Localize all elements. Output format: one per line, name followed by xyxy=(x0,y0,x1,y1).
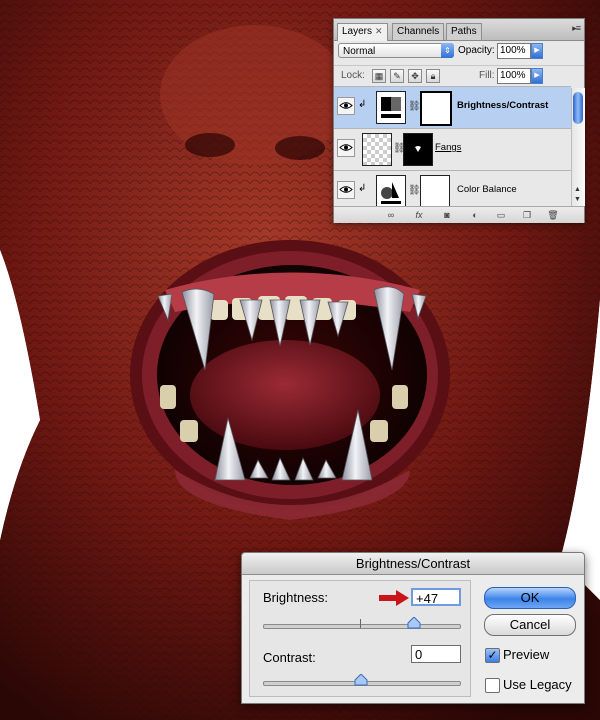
scroll-down-icon[interactable]: ▼ xyxy=(574,196,581,203)
tab-channels-label: Channels xyxy=(397,26,440,37)
tab-channels[interactable]: Channels xyxy=(392,23,445,40)
new-layer-icon[interactable]: ❐ xyxy=(520,209,534,221)
link-chain-icon[interactable]: ⛓ xyxy=(408,101,421,112)
panel-tab-bar: Layers ✕ Channels Paths ▸≡ xyxy=(334,19,584,41)
red-arrow-icon xyxy=(379,590,409,606)
adjustment-layer-icon[interactable]: ◐ xyxy=(468,209,482,221)
brightness-contrast-dialog: Brightness/Contrast Brightness: +47 Cont… xyxy=(241,552,585,704)
preview-label: Preview xyxy=(503,647,550,662)
layer-fangs[interactable]: ⛓ Fangs xyxy=(334,128,571,170)
dialog-controls: Brightness: +47 Contrast: 0 xyxy=(249,580,471,697)
layers-footer: ∞ fx ◙ ◐ ▭ ❐ 🗑︎ xyxy=(334,206,584,223)
tab-paths[interactable]: Paths xyxy=(446,23,482,40)
lock-transparent-icon[interactable]: ▦ xyxy=(372,69,386,83)
contrast-input[interactable]: 0 xyxy=(411,645,461,663)
opacity-label: Opacity: xyxy=(458,45,495,56)
brightness-input[interactable]: +47 xyxy=(411,588,461,606)
ok-button[interactable]: OK xyxy=(484,587,576,609)
visibility-eye-icon[interactable] xyxy=(337,139,355,157)
opacity-field[interactable]: 100% xyxy=(497,43,531,59)
layer-brightness-contrast[interactable]: ↲ ⛓ Brightness/Contrast xyxy=(334,86,571,128)
dialog-title[interactable]: Brightness/Contrast xyxy=(242,553,584,575)
visibility-eye-icon[interactable] xyxy=(337,181,355,199)
link-layers-icon[interactable]: ∞ xyxy=(384,209,398,221)
preview-checkbox[interactable]: ✓ xyxy=(485,648,500,663)
tab-layers[interactable]: Layers ✕ xyxy=(337,23,388,41)
layer-mask-thumbnail[interactable] xyxy=(420,91,452,126)
brightness-slider[interactable] xyxy=(263,624,461,629)
close-tab-icon[interactable]: ✕ xyxy=(375,26,383,36)
layers-panel: Layers ✕ Channels Paths ▸≡ Normal ⇕ Opaci… xyxy=(333,18,585,223)
layer-name[interactable]: Color Balance xyxy=(457,184,517,195)
fill-slider-arrow-icon[interactable]: ▶ xyxy=(531,68,543,84)
use-legacy-checkbox[interactable] xyxy=(485,678,500,693)
fill-field[interactable]: 100% xyxy=(497,68,531,84)
link-chain-icon[interactable]: ⛓ xyxy=(408,185,421,196)
adjustment-thumbnail-icon[interactable] xyxy=(376,91,406,124)
lock-label: Lock: xyxy=(341,70,365,81)
layer-name[interactable]: Fangs xyxy=(435,142,461,153)
scrollbar-thumb[interactable] xyxy=(573,92,583,124)
use-legacy-label: Use Legacy xyxy=(503,677,572,692)
contrast-slider-thumb[interactable] xyxy=(354,674,368,686)
panel-menu-icon[interactable]: ▸≡ xyxy=(572,23,581,34)
layer-style-fx-icon[interactable]: fx xyxy=(412,209,426,221)
cancel-button[interactable]: Cancel xyxy=(484,614,576,636)
lock-image-icon[interactable]: ✎ xyxy=(390,69,404,83)
lock-all-icon[interactable]: 🔒︎ xyxy=(426,69,440,83)
layer-mask-thumbnail[interactable] xyxy=(420,175,450,208)
new-group-icon[interactable]: ▭ xyxy=(494,209,508,221)
contrast-label: Contrast: xyxy=(263,650,316,665)
layer-thumbnail[interactable] xyxy=(362,133,392,166)
clipping-arrow-icon: ↲ xyxy=(358,99,367,110)
blend-mode-value: Normal xyxy=(343,46,376,57)
tab-paths-label: Paths xyxy=(451,26,477,37)
brightness-slider-thumb[interactable] xyxy=(407,617,421,629)
tab-layers-label: Layers xyxy=(342,26,373,37)
chevron-updown-icon: ⇕ xyxy=(441,43,454,58)
opacity-slider-arrow-icon[interactable]: ▶ xyxy=(531,43,543,59)
fill-label: Fill: xyxy=(479,70,495,81)
layer-mask-thumbnail[interactable] xyxy=(403,133,433,166)
trash-icon[interactable]: 🗑︎ xyxy=(546,209,560,221)
adjustment-thumbnail-icon[interactable] xyxy=(376,175,406,208)
brightness-label: Brightness: xyxy=(263,590,329,605)
blend-mode-select[interactable]: Normal ⇕ xyxy=(338,43,454,58)
layers-scrollbar[interactable]: ▲ ▼ xyxy=(571,88,585,206)
layer-name[interactable]: Brightness/Contrast xyxy=(457,100,548,111)
clipping-arrow-icon: ↲ xyxy=(358,183,367,194)
add-mask-icon[interactable]: ◙ xyxy=(440,209,454,221)
lock-position-icon[interactable]: ✥ xyxy=(408,69,422,83)
brightness-center-tick xyxy=(360,619,361,628)
visibility-eye-icon[interactable] xyxy=(337,97,355,115)
scroll-up-icon[interactable]: ▲ xyxy=(574,186,581,193)
